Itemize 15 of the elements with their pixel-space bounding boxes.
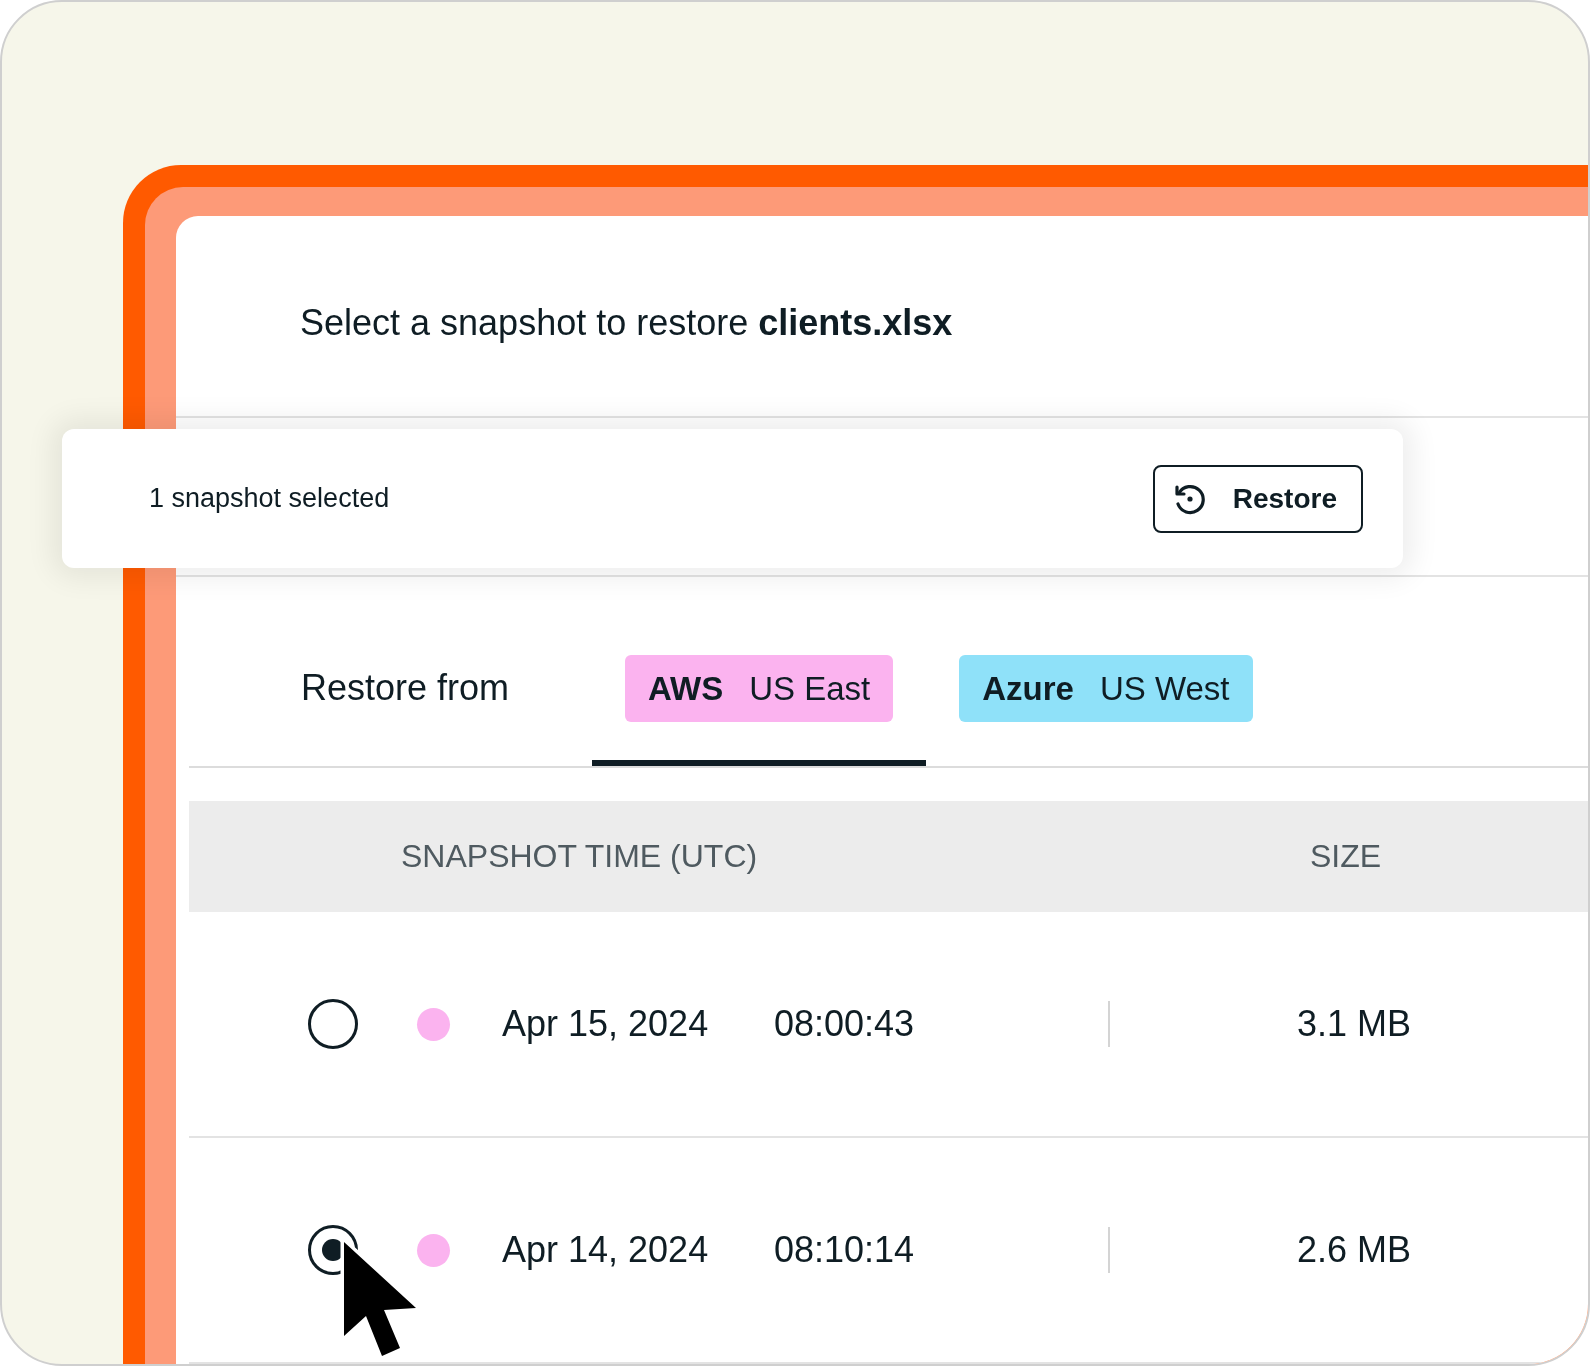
snapshot-time: 08:10:14 bbox=[774, 1229, 916, 1271]
snapshot-size: 3.1 MB bbox=[1297, 1003, 1412, 1045]
dialog-title: Select a snapshot to restore clients.xlsx bbox=[300, 302, 953, 343]
snapshot-date: Apr 15, 2024 bbox=[502, 1003, 710, 1045]
column-header: SIZE bbox=[1310, 838, 1382, 875]
column-header: SNAPSHOT TIME (UTC) bbox=[401, 838, 759, 875]
snapshot-date: Apr 14, 2024 bbox=[502, 1229, 710, 1271]
radio-button[interactable] bbox=[308, 999, 358, 1049]
region-tab[interactable]: Azure US West bbox=[926, 655, 1286, 766]
snapshot-time: 08:00:43 bbox=[774, 1003, 916, 1045]
snapshot-size: 2.6 MB bbox=[1297, 1229, 1412, 1271]
region-tab[interactable]: AWS US East bbox=[592, 655, 927, 766]
restore-from-label: Restore from bbox=[301, 666, 511, 710]
restore-button[interactable]: Restore bbox=[1152, 464, 1363, 533]
selection-count: 1 snapshot selected bbox=[149, 483, 390, 514]
